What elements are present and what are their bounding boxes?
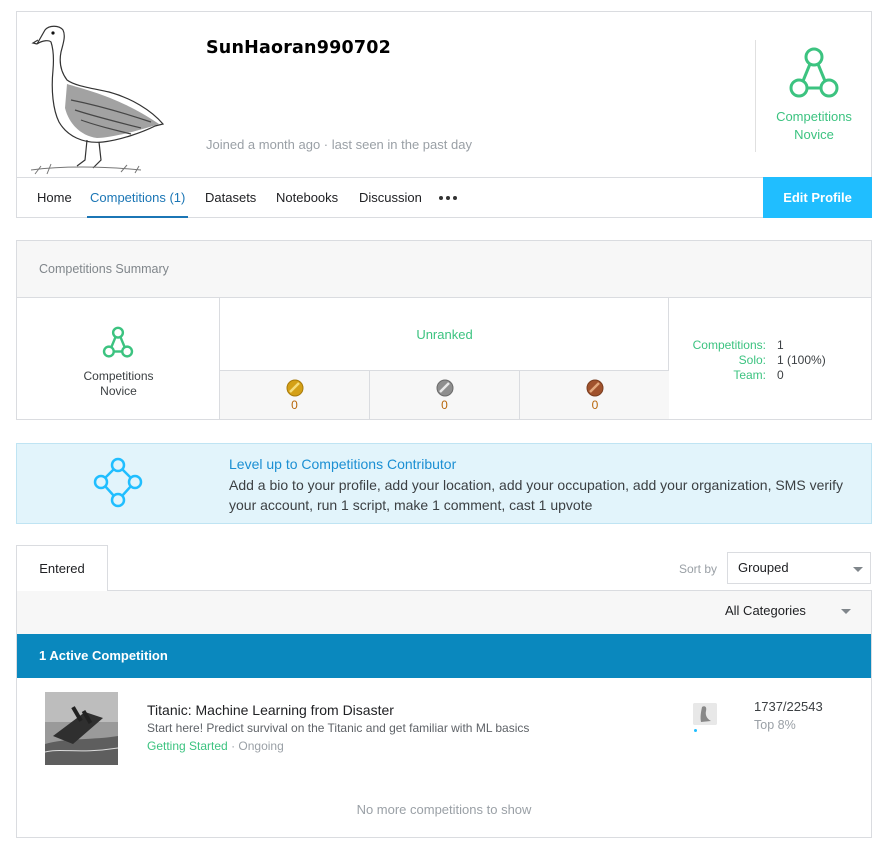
gold-medal-count: 0 (291, 398, 298, 412)
summary-rank-panel: Unranked 0 0 0 (220, 298, 670, 420)
stat-value: 0 (777, 368, 784, 382)
joined-text: Joined a month ago · last seen in the pa… (206, 137, 472, 152)
profile-header: SunHaoran990702 Joined a month ago · las… (16, 11, 872, 218)
silver-medal-icon (436, 379, 453, 397)
competitions-panel: All Categories 1 Active Competition Tita… (16, 590, 872, 838)
tier-badge: Competitions Novice (755, 40, 872, 152)
competition-description: Start here! Predict survival on the Tita… (147, 721, 530, 735)
stat-solo: Solo: 1 (100%) (670, 353, 870, 368)
username: SunHaoran990702 (206, 38, 391, 58)
stat-value: 1 (777, 338, 784, 352)
stat-team: Team: 0 (670, 368, 870, 383)
chevron-down-icon (841, 609, 851, 614)
stat-key: Team: (733, 368, 766, 382)
summary-tier: Competitions Novice (17, 298, 220, 419)
stat-value: 1 (100%) (777, 353, 826, 367)
silver-medal-cell: 0 (370, 371, 520, 420)
summary-stats: Competitions: 1 Solo: 1 (100%) Team: 0 (670, 338, 870, 383)
silver-medal-count: 0 (441, 398, 448, 412)
summary-tier-label: Competitions Novice (17, 369, 220, 399)
profile-nav: Home Competitions (1) Datasets Notebooks… (17, 177, 872, 218)
stat-key: Competitions: (692, 338, 766, 352)
tab-datasets[interactable]: Datasets (205, 178, 256, 218)
tab-notebooks[interactable]: Notebooks (276, 178, 338, 218)
competition-top-percent: Top 8% (754, 718, 796, 732)
active-competitions-header: 1 Active Competition (17, 634, 871, 678)
summary-tier-line1: Competitions (83, 369, 154, 383)
novice-tier-icon (102, 326, 134, 358)
bronze-medal-icon (586, 379, 604, 397)
ellipsis-icon[interactable] (439, 196, 459, 200)
tab-discussion[interactable]: Discussion (359, 178, 422, 218)
competition-row[interactable]: Titanic: Machine Learning from Disaster … (17, 678, 871, 778)
stat-key: Solo: (738, 353, 766, 367)
competition-category[interactable]: Getting Started (147, 739, 228, 753)
edit-profile-button[interactable]: Edit Profile (763, 177, 872, 218)
level-up-title[interactable]: Level up to Competitions Contributor (229, 456, 456, 472)
category-value: All Categories (725, 603, 806, 618)
online-dot (694, 729, 697, 732)
competition-status: Ongoing (238, 739, 284, 753)
team-avatar[interactable] (693, 703, 717, 725)
rank-status: Unranked (416, 327, 473, 342)
competition-title[interactable]: Titanic: Machine Learning from Disaster (147, 702, 394, 718)
medal-row: 0 0 0 (220, 370, 670, 420)
tab-competitions[interactable]: Competitions (1) (87, 178, 189, 218)
sort-select[interactable]: Grouped (727, 552, 871, 584)
summary-header: Competitions Summary (17, 241, 871, 298)
tab-home[interactable]: Home (37, 178, 72, 218)
competition-rank: 1737/22543 (754, 699, 823, 714)
chevron-down-icon (853, 567, 863, 572)
novice-tier-icon (789, 47, 839, 98)
filter-bar: All Categories (17, 591, 871, 634)
sort-value: Grouped (738, 560, 789, 575)
category-select[interactable]: All Categories (725, 603, 865, 623)
profile-avatar (30, 20, 181, 180)
no-more-text: No more competitions to show (356, 802, 532, 817)
gold-medal-cell: 0 (220, 371, 370, 420)
bronze-medal-cell: 0 (520, 371, 670, 420)
level-up-requirements: Add a bio to your profile, add your loca… (229, 477, 844, 513)
tab-entered[interactable]: Entered (16, 545, 108, 591)
competitions-summary: Competitions Summary Competitions Novice… (16, 240, 872, 420)
summary-tier-line2: Novice (100, 384, 137, 398)
stat-competitions: Competitions: 1 (670, 338, 870, 353)
level-up-banner: Level up to Competitions Contributor Add… (16, 443, 872, 524)
meta-separator: · (231, 739, 236, 753)
gold-medal-icon (286, 379, 303, 397)
bronze-medal-count: 0 (591, 398, 599, 412)
sort-label: Sort by (679, 562, 718, 576)
contributor-tier-icon (93, 457, 143, 508)
summary-title: Competitions Summary (39, 262, 169, 276)
titanic-thumbnail[interactable] (45, 692, 118, 765)
tier-label: Competitions Novice (776, 109, 852, 142)
competition-meta: Getting Started · Ongoing (147, 739, 284, 753)
